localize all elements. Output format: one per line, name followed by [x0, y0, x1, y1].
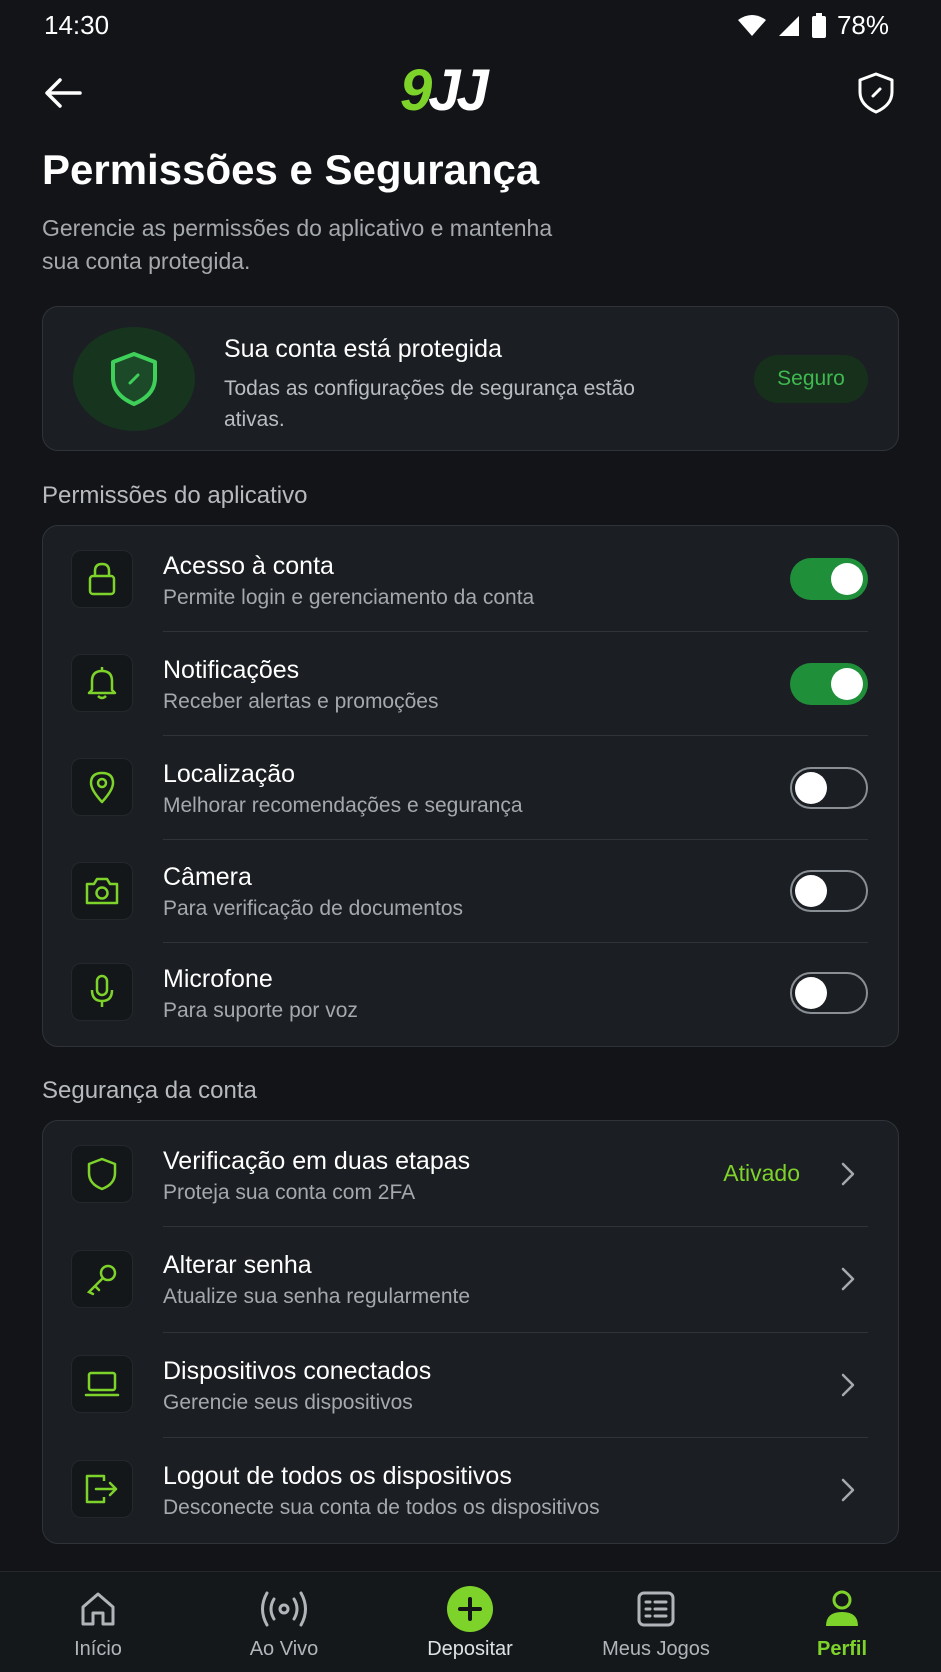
- chevron-right-icon: [836, 1373, 860, 1397]
- permission-subtitle: Para verificação de documentos: [163, 897, 463, 920]
- security-item-subtitle: Desconecte sua conta de todos os disposi…: [163, 1496, 600, 1519]
- bottom-nav: Início Ao Vivo Depositar Meus Jogos Perf…: [0, 1571, 941, 1672]
- permission-row-account: Acesso à conta Permite login e gerenciam…: [43, 526, 898, 632]
- two-factor-row[interactable]: Verificação em duas etapas Proteja sua c…: [43, 1121, 898, 1227]
- arrow-left-icon: [45, 78, 82, 108]
- profile-icon: [822, 1586, 862, 1632]
- status-description: Todas as configurações de segurança estã…: [224, 377, 635, 431]
- nav-label: Depositar: [427, 1638, 513, 1660]
- nav-label: Perfil: [816, 1638, 868, 1660]
- live-broadcast-icon: [259, 1586, 309, 1632]
- page-subtitle: Gerencie as permissões do aplicativo e m…: [42, 215, 553, 274]
- permission-subtitle: Receber alertas e promoções: [163, 690, 439, 713]
- status-icons: 78%: [737, 10, 889, 41]
- nav-label: Meus Jogos: [602, 1638, 710, 1660]
- security-item-subtitle: Proteja sua conta com 2FA: [163, 1181, 416, 1204]
- bell-icon: [71, 654, 133, 712]
- status-badge: Seguro: [754, 355, 868, 403]
- deposit-circle: [447, 1586, 493, 1632]
- shield-icon: [71, 1145, 133, 1203]
- app-header: 9 JJ: [0, 58, 941, 123]
- battery-icon: [811, 12, 826, 38]
- battery-percent: 78%: [836, 10, 889, 40]
- security-shield-button[interactable]: [851, 68, 901, 118]
- key-icon: [71, 1250, 133, 1308]
- permission-title: Notificações: [163, 656, 300, 684]
- permission-row-microphone: Microfone Para suporte por voz: [43, 943, 898, 1046]
- logout-all-devices-row[interactable]: Logout de todos os dispositivos Desconec…: [43, 1438, 898, 1543]
- home-icon: [78, 1586, 118, 1632]
- back-button[interactable]: [40, 70, 86, 116]
- permission-row-notifications: Notificações Receber alertas e promoções: [43, 632, 898, 736]
- notifications-toggle[interactable]: [790, 663, 868, 705]
- logo-jj: JJ: [428, 57, 488, 123]
- nav-label: Início: [74, 1638, 122, 1660]
- status-icon-container: [73, 327, 195, 431]
- security-status-card: Sua conta está protegida Todas as config…: [42, 306, 899, 451]
- security-item-title: Dispositivos conectados: [163, 1357, 432, 1385]
- nav-label: Ao Vivo: [249, 1638, 319, 1660]
- laptop-icon: [71, 1355, 133, 1413]
- toggle-knob: [831, 563, 863, 595]
- toggle-knob: [831, 668, 863, 700]
- shield-icon: [858, 72, 894, 114]
- connected-devices-row[interactable]: Dispositivos conectados Gerencie seus di…: [43, 1333, 898, 1438]
- security-section-label: Segurança da conta: [42, 1077, 257, 1104]
- status-time: 14:30: [44, 10, 110, 40]
- change-password-row[interactable]: Alterar senha Atualize sua senha regular…: [43, 1227, 898, 1333]
- toggle-knob: [795, 977, 827, 1009]
- page-title: Permissões e Segurança: [42, 146, 540, 193]
- chevron-right-icon: [836, 1162, 860, 1186]
- security-list: Verificação em duas etapas Proteja sua c…: [42, 1120, 899, 1544]
- security-item-title: Logout de todos os dispositivos: [163, 1462, 512, 1490]
- permission-subtitle: Melhorar recomendações e segurança: [163, 794, 523, 817]
- permission-title: Microfone: [163, 965, 273, 993]
- chevron-right-icon: [836, 1478, 860, 1502]
- nav-item-meus-jogos[interactable]: Meus Jogos: [586, 1572, 726, 1672]
- permissions-list: Acesso à conta Permite login e gerenciam…: [42, 525, 899, 1047]
- nav-item-ao-vivo[interactable]: Ao Vivo: [214, 1572, 354, 1672]
- logo-nine: 9: [400, 57, 432, 123]
- permission-row-camera: Câmera Para verificação de documentos: [43, 840, 898, 943]
- toggle-knob: [795, 772, 827, 804]
- nav-item-depositar[interactable]: Depositar: [400, 1572, 540, 1672]
- location-pin-icon: [71, 758, 133, 816]
- chevron-right-icon: [836, 1267, 860, 1291]
- app-logo: 9 JJ: [400, 58, 489, 123]
- camera-toggle[interactable]: [790, 870, 868, 912]
- lock-icon: [71, 550, 133, 608]
- permission-title: Localização: [163, 760, 296, 788]
- security-item-title: Verificação em duas etapas: [163, 1147, 471, 1175]
- shield-check-icon: [111, 352, 157, 406]
- security-item-subtitle: Gerencie seus dispositivos: [163, 1391, 413, 1414]
- microphone-icon: [71, 963, 133, 1021]
- permission-title: Câmera: [163, 863, 252, 891]
- plus-circle-icon: [447, 1586, 493, 1632]
- camera-icon: [71, 862, 133, 920]
- list-icon: [636, 1586, 676, 1632]
- microphone-toggle[interactable]: [790, 972, 868, 1014]
- permission-subtitle: Para suporte por voz: [163, 999, 358, 1022]
- permission-row-location: Localização Melhorar recomendações e seg…: [43, 736, 898, 840]
- nav-item-inicio[interactable]: Início: [28, 1572, 168, 1672]
- permission-subtitle: Permite login e gerenciamento da conta: [163, 586, 535, 609]
- logout-icon: [71, 1460, 133, 1518]
- security-item-title: Alterar senha: [163, 1251, 312, 1279]
- toggle-knob: [795, 875, 827, 907]
- status-title: Sua conta está protegida: [224, 335, 502, 363]
- status-bar: 14:30 78%: [0, 0, 941, 52]
- two-factor-status: Ativado: [723, 1160, 800, 1186]
- permission-title: Acesso à conta: [163, 552, 334, 580]
- security-item-subtitle: Atualize sua senha regularmente: [163, 1285, 471, 1308]
- wifi-icon: [737, 14, 766, 36]
- location-toggle[interactable]: [790, 767, 868, 809]
- signal-icon: [778, 15, 799, 36]
- permissions-section-label: Permissões do aplicativo: [42, 482, 308, 509]
- account-access-toggle[interactable]: [790, 558, 868, 600]
- nav-item-perfil[interactable]: Perfil: [772, 1572, 912, 1672]
